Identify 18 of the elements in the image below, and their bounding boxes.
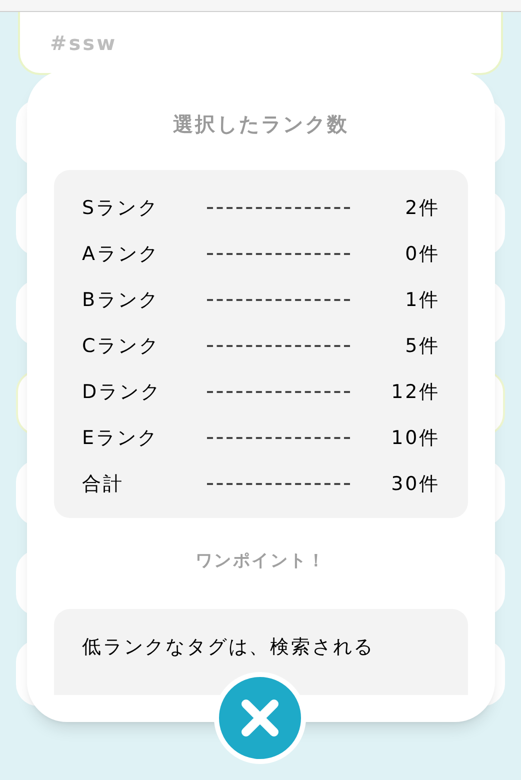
rank-label: Cランク — [82, 334, 161, 359]
rank-count: 30件 — [391, 472, 440, 497]
rank-count: 1件 — [405, 288, 440, 313]
rank-label: Eランク — [82, 426, 160, 451]
rank-count: 2件 — [405, 196, 440, 221]
rank-count: 0件 — [405, 242, 440, 267]
rank-count: 12件 — [391, 380, 440, 405]
rank-count: 10件 — [391, 426, 440, 451]
rank-label: Dランク — [82, 380, 162, 405]
rank-label: Bランク — [82, 288, 161, 313]
tip-text: 低ランクなタグは、検索される — [82, 635, 376, 660]
modal-title: 選択したランク数 — [172, 111, 350, 138]
tip-heading: ワンポイント！ — [194, 550, 328, 573]
rank-count: 5件 — [405, 334, 440, 359]
rank-label: 合計 — [82, 472, 125, 497]
rank-label: Aランク — [82, 242, 161, 267]
rank-label: Sランク — [82, 196, 160, 221]
tag-text: #ssw — [50, 30, 118, 56]
